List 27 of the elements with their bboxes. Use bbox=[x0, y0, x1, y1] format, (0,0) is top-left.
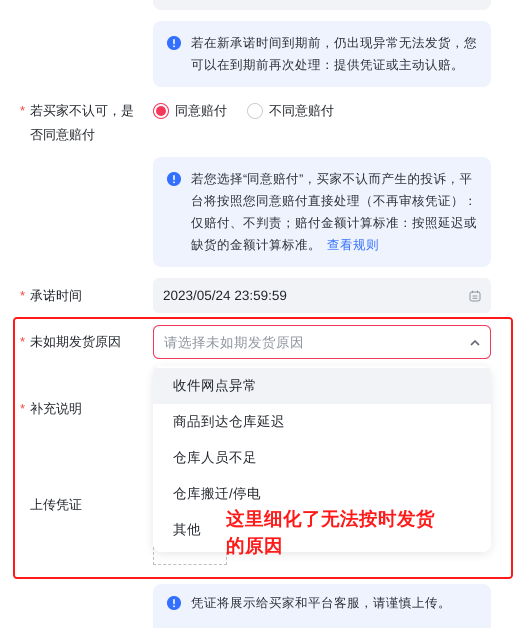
required-mark: * bbox=[20, 333, 26, 351]
reason-select[interactable]: 请选择未如期发货原因 bbox=[153, 325, 491, 359]
notice-text: 若在新承诺时间到期前，仍出现异常无法发货，您可以在到期前再次处理：提供凭证或主动认赔。 bbox=[191, 35, 477, 74]
dropdown-option[interactable]: 商品到达仓库延迟 bbox=[153, 404, 293, 440]
info-icon bbox=[167, 36, 181, 50]
required-mark: * bbox=[20, 102, 26, 120]
info-icon bbox=[167, 172, 181, 186]
dropdown-option[interactable]: 收件网点异常 bbox=[153, 368, 491, 404]
field-label: 若买家不认可，是否同意赔付 bbox=[30, 102, 135, 144]
annotation-text: 这里细化了无法按时发货的原因 bbox=[226, 507, 436, 558]
radio-option[interactable]: 不同意赔付 bbox=[247, 102, 334, 120]
required-mark: * bbox=[20, 286, 26, 304]
notice-text: 若您选择“同意赔付”，买家不认而产生的投诉，平台将按照您同意赔付直接处理（不再审核凭证）：仅赔付、不判责；赔付金额计算标准：按照延迟或缺货的金额计算标准。 查看规则 bbox=[191, 171, 477, 254]
field-label: 上传凭证 bbox=[30, 496, 82, 514]
field-label: 承诺时间 bbox=[30, 286, 82, 304]
date-field[interactable]: 2023/05/24 23:59:59 bbox=[153, 278, 491, 313]
rules-link[interactable]: 查看规则 bbox=[327, 238, 379, 252]
dropdown-option[interactable]: 仓库人员不足 bbox=[153, 440, 265, 476]
dropdown-option[interactable]: 其他 bbox=[153, 512, 209, 548]
required-mark: * bbox=[20, 400, 26, 418]
select-input[interactable]: 请选择未如期发货原因 bbox=[164, 334, 460, 350]
notice-text: 凭证将展示给买家和平台客服，请谨慎上传。 bbox=[191, 595, 452, 612]
info-icon bbox=[167, 596, 181, 610]
field-label: 未如期发货原因 bbox=[30, 333, 121, 351]
radio-option[interactable]: 同意赔付 bbox=[153, 102, 227, 120]
calendar-icon bbox=[469, 290, 481, 302]
field-label: 补充说明 bbox=[30, 400, 82, 418]
